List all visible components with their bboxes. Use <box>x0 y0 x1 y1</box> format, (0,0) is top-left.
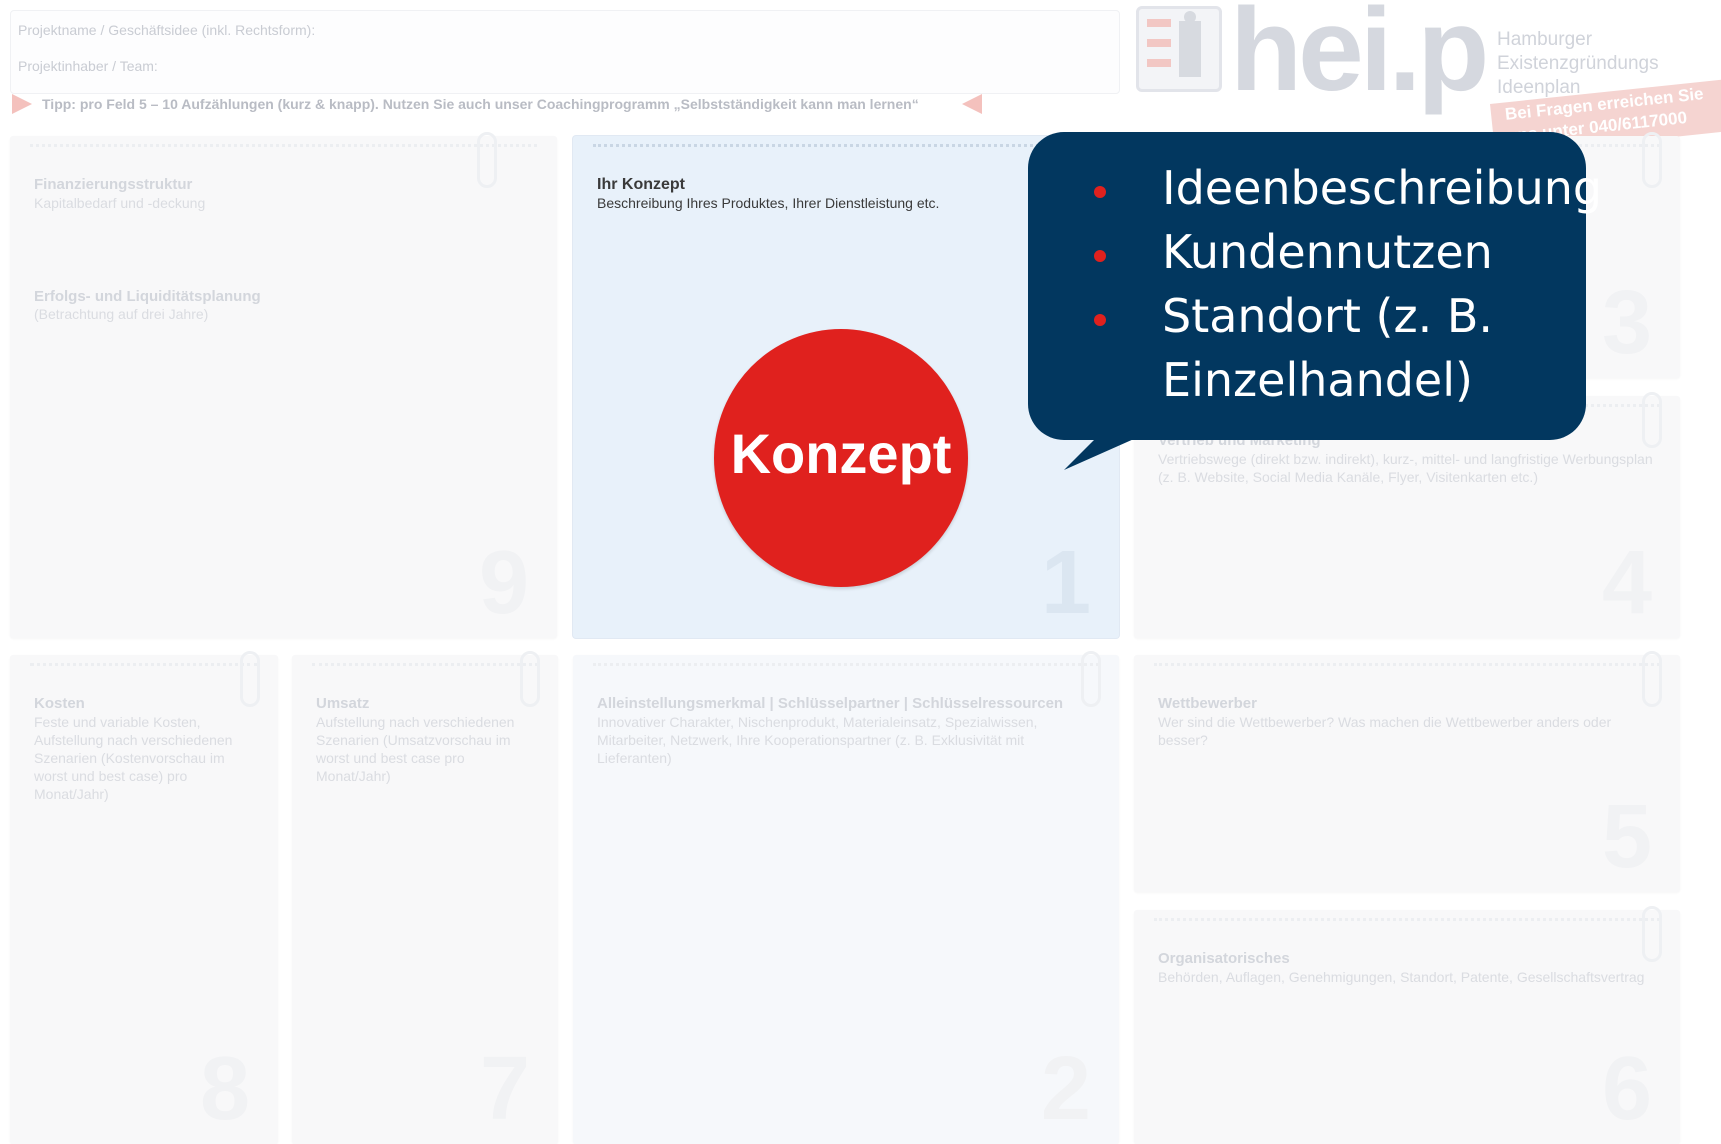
paperclip-icon <box>477 132 497 188</box>
card-wettbewerber: Wettbewerber Wer sind die Wettbewerber? … <box>1134 651 1680 892</box>
bubble-item: Ideenbeschreibung <box>1070 156 1602 220</box>
konzept-circle: Konzept <box>714 329 968 587</box>
card-number: 3 <box>1601 273 1652 373</box>
card-subtitle: Behörden, Auflagen, Genehmigungen, Stand… <box>1158 969 1645 985</box>
speech-bubble: Ideenbeschreibung Kundennutzen Standort … <box>1028 132 1602 440</box>
card-number: 7 <box>479 1039 530 1139</box>
card-title-secondary: Erfolgs- und Liquiditätsplanung <box>34 288 261 305</box>
paperclip-icon <box>520 651 540 707</box>
card-number: 1 <box>1040 533 1091 633</box>
card-subtitle: Wer sind die Wettbewerber? Was machen di… <box>1158 714 1612 748</box>
bullet-icon <box>1094 250 1106 262</box>
card-title: Wettbewerber <box>1158 695 1257 712</box>
paperclip-icon <box>240 651 260 707</box>
paperclip-icon <box>1642 651 1662 707</box>
card-number: 6 <box>1601 1039 1652 1139</box>
card-subtitle: Innovativer Charakter, Nischenprodukt, M… <box>597 714 1038 766</box>
card-kosten: Kosten Feste und variable Kosten, Aufste… <box>10 651 278 1144</box>
card-subtitle-secondary: (Betrachtung auf drei Jahre) <box>34 306 209 322</box>
card-title: Alleinstellungsmerkmal | Schlüsselpartne… <box>597 695 1064 712</box>
paperclip-icon <box>1642 906 1662 962</box>
bullet-icon <box>1094 314 1106 326</box>
logo-icon <box>1136 6 1222 92</box>
bubble-list: Ideenbeschreibung Kundennutzen Standort … <box>1070 156 1602 412</box>
arrow-left-icon <box>962 94 982 114</box>
paperclip-icon <box>1081 651 1101 707</box>
card-title: Organisatorisches <box>1158 950 1290 967</box>
card-subtitle: Beschreibung Ihres Produktes, Ihrer Dien… <box>597 195 940 211</box>
card-title: Ihr Konzept <box>597 176 685 193</box>
owner-label: Projektinhaber / Team: <box>18 58 158 74</box>
card-number: 4 <box>1601 533 1652 633</box>
tip-text: Tipp: pro Feld 5 – 10 Aufzählungen (kurz… <box>42 96 919 112</box>
card-title: Kosten <box>34 695 85 712</box>
card-subtitle: Vertriebswege (direkt bzw. indirekt), ku… <box>1158 451 1653 485</box>
project-name-label: Projektname / Geschäftsidee (inkl. Recht… <box>18 22 316 38</box>
card-number: 9 <box>478 533 529 633</box>
card-title: Finanzierungsstruktur <box>34 176 193 193</box>
card-finanzierung: Finanzierungsstruktur Kapitalbedarf und … <box>10 132 557 638</box>
card-number: 5 <box>1601 787 1652 887</box>
paperclip-icon <box>1642 132 1662 188</box>
card-organisatorisches: Organisatorisches Behörden, Auflagen, Ge… <box>1134 906 1680 1144</box>
bubble-item: Kundennutzen <box>1070 220 1602 284</box>
card-alleinstellung: Alleinstellungsmerkmal | Schlüsselpartne… <box>573 651 1119 1144</box>
card-subtitle: Kapitalbedarf und -deckung <box>34 195 206 211</box>
card-number: 2 <box>1040 1039 1091 1139</box>
card-umsatz: Umsatz Aufstellung nach verschiedenen Sz… <box>292 651 558 1144</box>
card-subtitle: Feste und variable Kosten, Aufstellung n… <box>34 714 233 802</box>
bullet-icon <box>1094 186 1106 198</box>
card-subtitle: Aufstellung nach verschiedenen Szenarien… <box>316 714 515 784</box>
card-title: Umsatz <box>316 695 370 712</box>
card-number: 8 <box>199 1039 250 1139</box>
konzept-circle-label: Konzept <box>730 422 952 485</box>
arrow-right-icon <box>12 94 32 114</box>
bubble-item: Standort (z. B. Einzelhandel) <box>1070 284 1602 412</box>
paperclip-icon <box>1642 392 1662 448</box>
logo-text: hei.p <box>1230 0 1489 116</box>
